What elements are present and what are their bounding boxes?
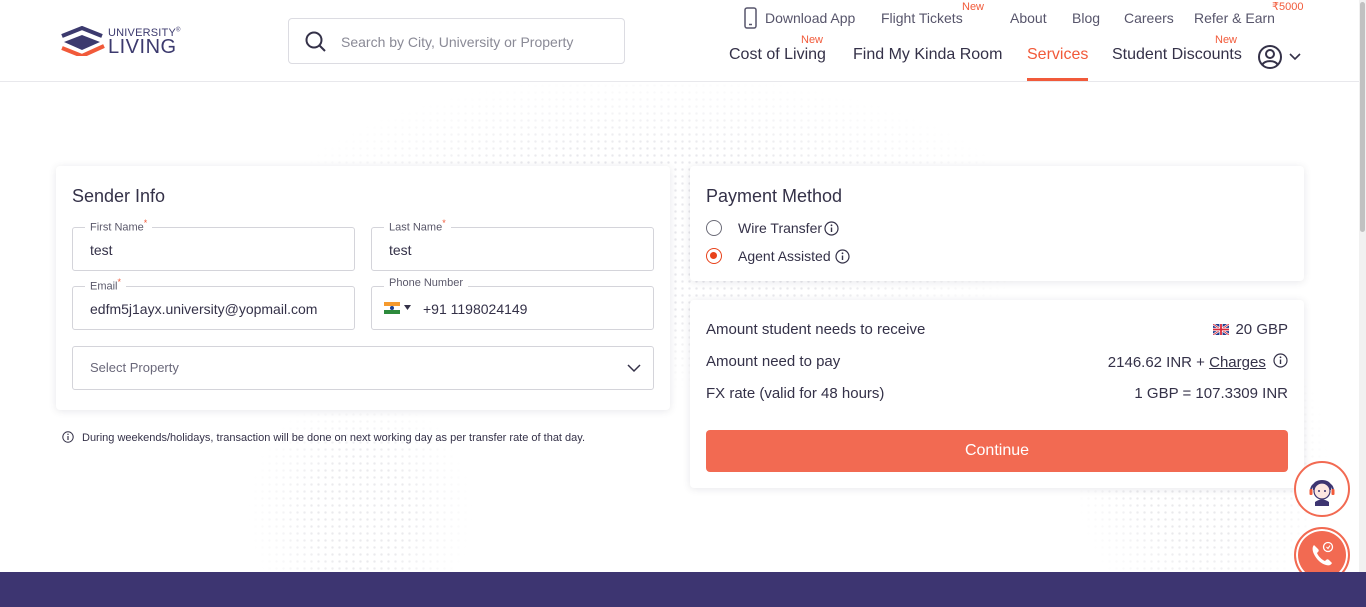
pay-amount-value-wrap: 2146.62 INR + Charges xyxy=(1108,353,1288,371)
page-scrollbar[interactable] xyxy=(1359,0,1366,572)
agent-assisted-label: Agent Assisted xyxy=(738,248,831,264)
student-discounts-new-badge: New xyxy=(1215,34,1238,46)
required-mark: * xyxy=(143,218,148,228)
last-name-label: Last Name xyxy=(389,221,443,234)
flight-tickets-link[interactable]: Flight Tickets New xyxy=(881,1,984,26)
user-circle-icon xyxy=(1258,45,1282,69)
first-name-field[interactable]: First Name* test xyxy=(72,218,355,271)
nav-services[interactable]: Services xyxy=(1027,46,1089,81)
email-label: Email xyxy=(90,280,118,293)
cost-of-living-new-badge: New xyxy=(801,34,824,46)
info-icon[interactable] xyxy=(835,249,850,264)
flight-tickets-label: Flight Tickets xyxy=(881,10,963,26)
sender-info-title: Sender Info xyxy=(72,186,166,206)
nav-find-room-label: Find My Kinda Room xyxy=(853,46,1003,63)
receive-amount-value: 20 GBP xyxy=(1235,321,1288,338)
refer-earn-label: Refer & Earn xyxy=(1194,10,1275,26)
search-box[interactable] xyxy=(288,18,625,64)
weekend-note: During weekends/holidays, transaction wi… xyxy=(62,431,585,446)
fx-rate-row: FX rate (valid for 48 hours) 1 GBP = 107… xyxy=(706,385,1288,407)
careers-link[interactable]: Careers xyxy=(1124,10,1174,26)
info-icon[interactable] xyxy=(1273,353,1288,368)
site-footer xyxy=(0,572,1366,607)
chat-support-button[interactable] xyxy=(1294,461,1350,517)
chevron-down-icon xyxy=(627,364,641,373)
phone-number-label: Phone Number xyxy=(384,277,468,289)
careers-label: Careers xyxy=(1124,10,1174,26)
nav-services-label: Services xyxy=(1027,46,1089,63)
about-label: About xyxy=(1010,10,1047,26)
logo-registered: ® xyxy=(176,27,181,34)
receive-amount-row: Amount student needs to receive 20 GBP xyxy=(706,321,1288,343)
email-field[interactable]: Email* edfm5j1ayx.university@yopmail.com xyxy=(72,277,355,330)
required-mark: * xyxy=(117,277,122,287)
about-link[interactable]: About xyxy=(1010,10,1047,26)
download-app-label: Download App xyxy=(765,10,856,26)
country-caret-icon xyxy=(404,305,411,310)
last-name-value: test xyxy=(389,242,412,258)
pay-amount-row: Amount need to pay 2146.62 INR + Charges xyxy=(706,353,1288,375)
sender-info-card: Sender Info First Name* test Last Name* … xyxy=(56,166,670,410)
select-property-dropdown[interactable]: Select Property xyxy=(72,346,654,390)
logo-text-bottom: LIVING xyxy=(108,36,177,58)
last-name-field[interactable]: Last Name* test xyxy=(371,218,654,271)
nav-student-discounts[interactable]: Student Discounts New xyxy=(1112,34,1242,64)
fx-rate-value: 1 GBP = 107.3309 INR xyxy=(1134,385,1288,402)
uk-flag-icon xyxy=(1212,323,1231,336)
phone-number-field[interactable]: Phone Number +91 1198024149 xyxy=(371,277,654,330)
info-icon[interactable] xyxy=(824,221,839,236)
search-icon xyxy=(305,31,326,52)
profile-menu[interactable] xyxy=(1257,44,1301,75)
weekend-note-text: During weekends/holidays, transaction wi… xyxy=(82,432,586,444)
select-property-placeholder: Select Property xyxy=(90,360,179,375)
nav-cost-of-living[interactable]: Cost of Living New xyxy=(729,34,826,64)
blog-link[interactable]: Blog xyxy=(1072,10,1100,26)
india-flag-icon[interactable] xyxy=(384,302,411,314)
receive-amount-label: Amount student needs to receive xyxy=(706,321,926,338)
payment-method-title: Payment Method xyxy=(706,186,843,206)
nav-cost-of-living-label: Cost of Living xyxy=(729,46,826,63)
required-mark: * xyxy=(442,218,446,228)
refer-earn-amount-badge: ₹5000 xyxy=(1272,1,1304,13)
pay-amount-label: Amount need to pay xyxy=(706,353,841,370)
university-living-logo[interactable]: UNIVERSITY® LIVING xyxy=(60,24,184,60)
nav-find-my-kinda-room[interactable]: Find My Kinda Room xyxy=(853,46,1002,64)
wire-transfer-radio[interactable] xyxy=(706,220,722,236)
support-agent-icon xyxy=(1299,466,1345,512)
first-name-value: test xyxy=(90,242,113,258)
logo-mark-icon xyxy=(61,26,105,56)
search-input[interactable] xyxy=(341,29,611,55)
charges-link[interactable]: Charges xyxy=(1209,354,1266,371)
blog-label: Blog xyxy=(1072,10,1101,26)
wire-transfer-label: Wire Transfer xyxy=(738,220,823,236)
agent-assisted-radio[interactable] xyxy=(706,248,722,264)
site-header: UNIVERSITY® LIVING Download App Flight T… xyxy=(0,0,1366,82)
receive-amount-value-wrap: 20 GBP xyxy=(1212,321,1288,338)
scrollbar-thumb[interactable] xyxy=(1360,2,1365,232)
pay-amount-value: 2146.62 INR + xyxy=(1107,354,1205,371)
phone-number-value: +91 1198024149 xyxy=(423,301,528,317)
refer-earn-link[interactable]: Refer & Earn ₹5000 xyxy=(1194,1,1303,26)
flight-tickets-new-badge: New xyxy=(962,1,985,13)
phone-icon xyxy=(744,7,757,29)
info-icon xyxy=(62,431,74,443)
fx-rate-label: FX rate (valid for 48 hours) xyxy=(706,385,885,402)
nav-student-discounts-label: Student Discounts xyxy=(1112,46,1242,63)
continue-button[interactable]: Continue xyxy=(706,430,1288,472)
email-value: edfm5j1ayx.university@yopmail.com xyxy=(90,301,318,317)
first-name-label: First Name xyxy=(90,221,144,234)
chevron-down-icon xyxy=(1289,53,1301,61)
